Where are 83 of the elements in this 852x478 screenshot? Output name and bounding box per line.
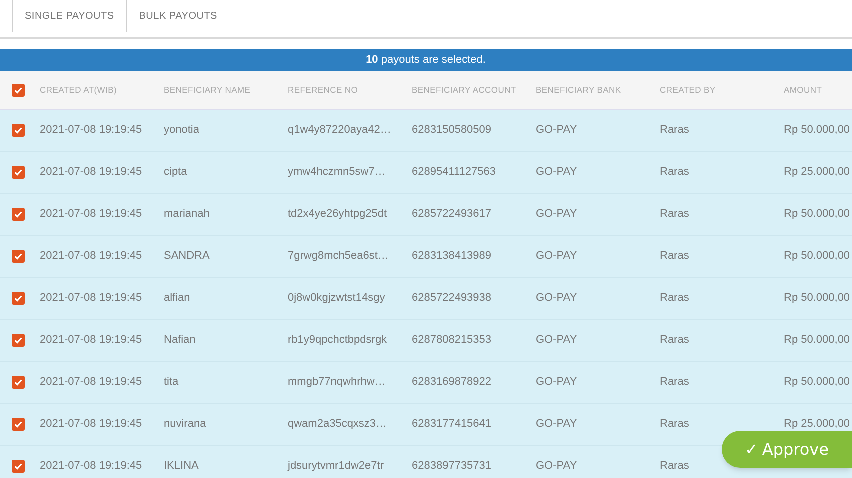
table-cell-text: 2021-07-08 19:19:45 (40, 459, 142, 474)
table-cell-text: cipta (164, 165, 188, 180)
table-cell-text: jdsurytvmr1dw2e7tr (288, 459, 384, 474)
table-cell-text: Rp 25.000,00 (784, 417, 850, 432)
column-header: BENEFICIARY NAME (164, 84, 251, 96)
table-cell-text: 2021-07-08 19:19:45 (40, 123, 142, 138)
table-cell-text: 2021-07-08 19:19:45 (40, 375, 142, 390)
table-cell-text: 6283177415641 (412, 417, 492, 432)
table-cell-text: GO-PAY (536, 123, 578, 138)
table-cell-text: Rp 50.000,00 (784, 207, 850, 222)
table-cell-text: rb1y9qpchctbpdsrgk (288, 333, 388, 348)
table-cell-text: yonotia (164, 123, 200, 138)
table-cell-text: 7grwg8mch5ea6st… (288, 249, 389, 264)
table-cell-text: Rp 50.000,00 (784, 123, 850, 138)
table-cell-text: GO-PAY (536, 207, 578, 222)
table-cell-text: 6283150580509 (412, 123, 492, 138)
column-header: CREATED BY (660, 84, 716, 96)
table-cell-text: 6285722493617 (412, 207, 492, 222)
table-cell-text: GO-PAY (536, 459, 578, 474)
checkbox[interactable] (12, 292, 25, 305)
selection-banner: 10 payouts are selected. (0, 49, 852, 71)
column-header: AMOUNT (784, 84, 822, 96)
table-cell-text: tita (164, 375, 179, 390)
tab[interactable]: SINGLE PAYOUTS (12, 0, 126, 32)
table-cell-text: Raras (660, 375, 690, 390)
table-cell-text: 6285722493938 (412, 291, 492, 306)
table-cell-text: 2021-07-08 19:19:45 (40, 333, 142, 348)
checkbox[interactable] (12, 418, 25, 431)
checkbox[interactable] (12, 124, 25, 137)
column-header: CREATED AT(WIB) (40, 84, 118, 96)
table-cell-text: Rp 50.000,00 (784, 291, 850, 306)
table-cell-text: GO-PAY (536, 165, 578, 180)
table-cell-text: Raras (660, 123, 690, 138)
table-cell-text: Rp 25.000,00 (784, 165, 850, 180)
checkbox[interactable] (12, 84, 25, 96)
table-cell-text: marianah (164, 207, 210, 222)
table-cell-text: GO-PAY (536, 375, 578, 390)
table-cell-text: SANDRA (164, 249, 210, 264)
checkbox[interactable] (12, 250, 25, 263)
table-cell-text: Rp 50.000,00 (784, 249, 850, 264)
table-cell-text: Raras (660, 249, 690, 264)
table-cell-text: 2021-07-08 19:19:45 (40, 417, 142, 432)
table-cell-text: mmgb77nqwhrhw… (288, 375, 386, 390)
table-cell-text: GO-PAY (536, 291, 578, 306)
table-cell-text: Raras (660, 333, 690, 348)
table-cell-text: 2021-07-08 19:19:45 (40, 207, 142, 222)
approve-button[interactable]: ✓ Approve (722, 431, 852, 468)
table-cell-text: Rp 50.000,00 (784, 333, 850, 348)
table-cell-text: 6283897735731 (412, 459, 492, 474)
table-cell-text: GO-PAY (536, 333, 578, 348)
checkbox[interactable] (12, 208, 25, 221)
table-cell-text: Raras (660, 417, 690, 432)
column-header: REFERENCE NO (288, 84, 358, 96)
table-cell-text: Raras (660, 207, 690, 222)
column-header: BENEFICIARY BANK (536, 84, 622, 96)
table-cell-text: GO-PAY (536, 249, 578, 264)
table-cell-text: IKLINA (164, 459, 199, 474)
table-cell-text: Nafian (164, 333, 196, 348)
table-cell-text: 6283138413989 (412, 249, 492, 264)
checkbox[interactable] (12, 334, 25, 347)
table-cell-text: Raras (660, 459, 690, 474)
table-cell-text: q1w4y87220aya42… (288, 123, 392, 138)
table-cell-text: td2x4ye26yhtpg25dt (288, 207, 388, 222)
tab[interactable]: BULK PAYOUTS (126, 0, 230, 32)
table-cell-text: nuvirana (164, 417, 206, 432)
table-cell-text: 6283169878922 (412, 375, 492, 390)
table-cell-text: 62895411127563 (412, 165, 496, 180)
table-cell-text: 2021-07-08 19:19:45 (40, 291, 142, 306)
table-cell-text: ymw4hczmn5sw7… (288, 165, 386, 180)
table-cell-text: Rp 50.000,00 (784, 375, 850, 390)
table-cell-text: 2021-07-08 19:19:45 (40, 165, 142, 180)
column-header: BENEFICIARY ACCOUNT (412, 84, 516, 96)
table-cell-text: GO-PAY (536, 417, 578, 432)
checkbox[interactable] (12, 166, 25, 179)
checkbox[interactable] (12, 460, 25, 473)
table-cell-text: 0j8w0kgjzwtst14sgy (288, 291, 386, 306)
table-cell-text: Raras (660, 291, 690, 306)
table-cell-text: alfian (164, 291, 190, 306)
table-cell-text: 6287808215353 (412, 333, 492, 348)
table-cell-text: qwam2a35cqxsz3… (288, 417, 388, 432)
table-cell-text: Raras (660, 165, 690, 180)
table-cell-text: 2021-07-08 19:19:45 (40, 249, 142, 264)
checkbox[interactable] (12, 376, 25, 389)
